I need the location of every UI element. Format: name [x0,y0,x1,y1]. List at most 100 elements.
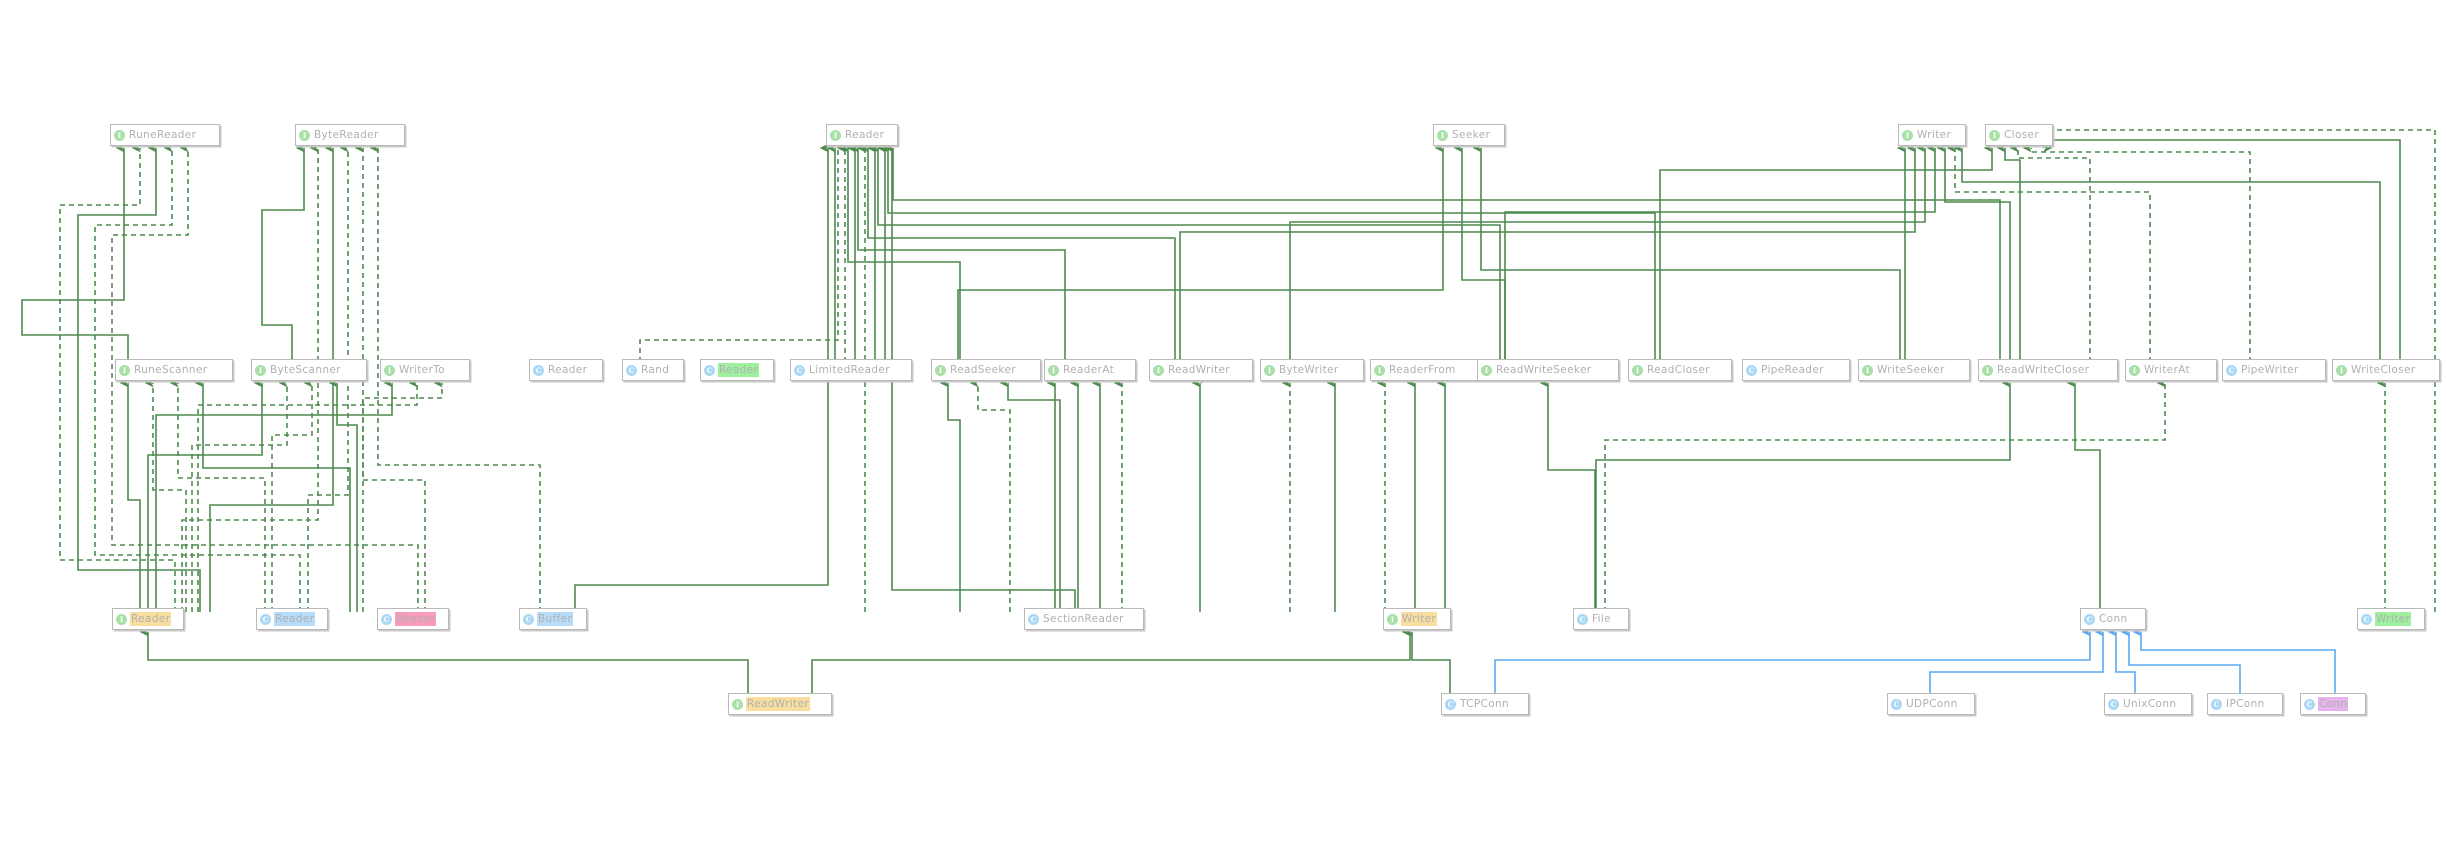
node-writerat[interactable]: I WriterAt [2125,359,2217,381]
class-badge-icon: C [2084,613,2095,625]
node-label: UnixConn [2123,698,2177,710]
node-label: Reader [548,364,588,376]
node-ipconn[interactable]: C IPConn [2207,693,2283,715]
node-label: Closer [2004,129,2040,141]
node-tcpconn[interactable]: C TCPConn [1441,693,1529,715]
node-label: PipeReader [1761,364,1824,376]
interface-badge-icon: I [1632,364,1643,376]
node-label: File [1592,613,1611,625]
node-label: ReadCloser [1647,364,1710,376]
node-closer_top[interactable]: I Closer [1985,124,2053,146]
node-pipereader[interactable]: C PipeReader [1742,359,1850,381]
node-pipewriter[interactable]: C PipeWriter [2222,359,2326,381]
diagram-canvas: I RuneReader I ByteReader I Reader I Seeker I Wri… [0,0,2446,848]
node-runereader[interactable]: I RuneReader [110,124,220,146]
node-label: Reader [274,612,316,626]
node-label: RuneReader [129,129,197,141]
interface-badge-icon: I [2129,364,2140,376]
class-badge-icon: C [704,364,715,376]
node-label: Reader [718,363,760,377]
node-label: ReaderFrom [1389,364,1456,376]
node-seeker[interactable]: I Seeker [1433,124,1505,146]
node-limitedreader[interactable]: C LimitedReader [790,359,912,381]
node-writeseeker[interactable]: I WriteSeeker [1858,359,1970,381]
class-badge-icon: C [2211,698,2222,710]
node-readwritecloser[interactable]: I ReadWriteCloser [1978,359,2118,381]
class-badge-icon: C [1028,613,1039,625]
interface-badge-icon: I [1902,129,1913,141]
node-label: WriteCloser [2351,364,2416,376]
interface-badge-icon: I [1264,364,1275,376]
node-label: ReadSeeker [950,364,1016,376]
node-writecloser[interactable]: I WriteCloser [2332,359,2440,381]
node-readwriteseeker[interactable]: I ReadWriteSeeker [1477,359,1619,381]
class-badge-icon: C [794,364,805,376]
node-label: Writer [1401,612,1438,626]
node-label: Buffer [537,612,574,626]
node-label: WriterTo [399,364,445,376]
node-conn_top[interactable]: C Conn [2080,608,2146,630]
interface-badge-icon: I [1437,129,1448,141]
class-badge-icon: C [2108,698,2119,710]
node-label: WriteSeeker [1877,364,1945,376]
node-reader_c_b1[interactable]: C Reader [256,608,328,630]
node-label: Reader [845,129,885,141]
node-reader_c1[interactable]: C Reader [529,359,603,381]
node-reader_i_b[interactable]: I Reader [112,608,184,630]
node-file[interactable]: C File [1573,608,1629,630]
class-badge-icon: C [2226,364,2237,376]
node-label: LimitedReader [809,364,890,376]
interface-badge-icon: I [384,364,395,376]
node-readwriter_b[interactable]: I ReadWriter [728,693,832,715]
node-label: Writer [2375,612,2412,626]
node-reader_c_b2[interactable]: C Reader [377,608,449,630]
node-bytewriter[interactable]: I ByteWriter [1260,359,1364,381]
node-readseeker[interactable]: I ReadSeeker [931,359,1041,381]
interface-badge-icon: I [116,613,127,625]
node-sectionreader[interactable]: C SectionReader [1024,608,1144,630]
node-reader_top[interactable]: I Reader [826,124,898,146]
node-rand[interactable]: C Rand [622,359,684,381]
node-readerfrom[interactable]: I ReaderFrom [1370,359,1480,381]
node-label: WriterAt [2144,364,2190,376]
class-badge-icon: C [260,613,271,625]
node-label: ReaderAt [1063,364,1115,376]
node-buffer[interactable]: C Buffer [519,608,587,630]
interface-badge-icon: I [935,364,946,376]
node-writer_top[interactable]: I Writer [1898,124,1966,146]
node-label: ByteScanner [270,364,341,376]
node-bytescanner[interactable]: I ByteScanner [251,359,367,381]
class-badge-icon: C [2361,613,2372,625]
node-label: SectionReader [1043,613,1124,625]
node-udpconn[interactable]: C UDPConn [1887,693,1975,715]
class-badge-icon: C [2304,698,2315,710]
node-label: Seeker [1452,129,1491,141]
node-readcloser[interactable]: I ReadCloser [1628,359,1732,381]
node-unixconn[interactable]: C UnixConn [2104,693,2192,715]
interface-badge-icon: I [1481,364,1492,376]
class-badge-icon: C [626,364,637,376]
node-writer_i_b[interactable]: I Writer [1383,608,1451,630]
node-label: ReadWriter [746,697,810,711]
node-conn_bottom[interactable]: C Conn [2300,693,2366,715]
node-label: ReadWriteCloser [1997,364,2090,376]
node-writerto[interactable]: I WriterTo [380,359,470,381]
node-reader_c2[interactable]: C Reader [700,359,774,381]
interface-badge-icon: I [255,364,266,376]
interface-badge-icon: I [1048,364,1059,376]
class-badge-icon: C [1577,613,1588,625]
interface-badge-icon: I [1153,364,1164,376]
node-writer_c_b[interactable]: C Writer [2357,608,2425,630]
interface-badge-icon: I [1982,364,1993,376]
class-badge-icon: C [523,613,534,625]
node-readwriter[interactable]: I ReadWriter [1149,359,1253,381]
node-runescanner[interactable]: I RuneScanner [115,359,233,381]
class-badge-icon: C [1891,698,1902,710]
node-label: ReadWriteSeeker [1496,364,1592,376]
node-label: IPConn [2226,698,2265,710]
node-bytereader[interactable]: I ByteReader [295,124,405,146]
node-label: Writer [1917,129,1952,141]
node-readerat[interactable]: I ReaderAt [1044,359,1136,381]
node-label: ReadWriter [1168,364,1230,376]
interface-badge-icon: I [732,698,743,710]
